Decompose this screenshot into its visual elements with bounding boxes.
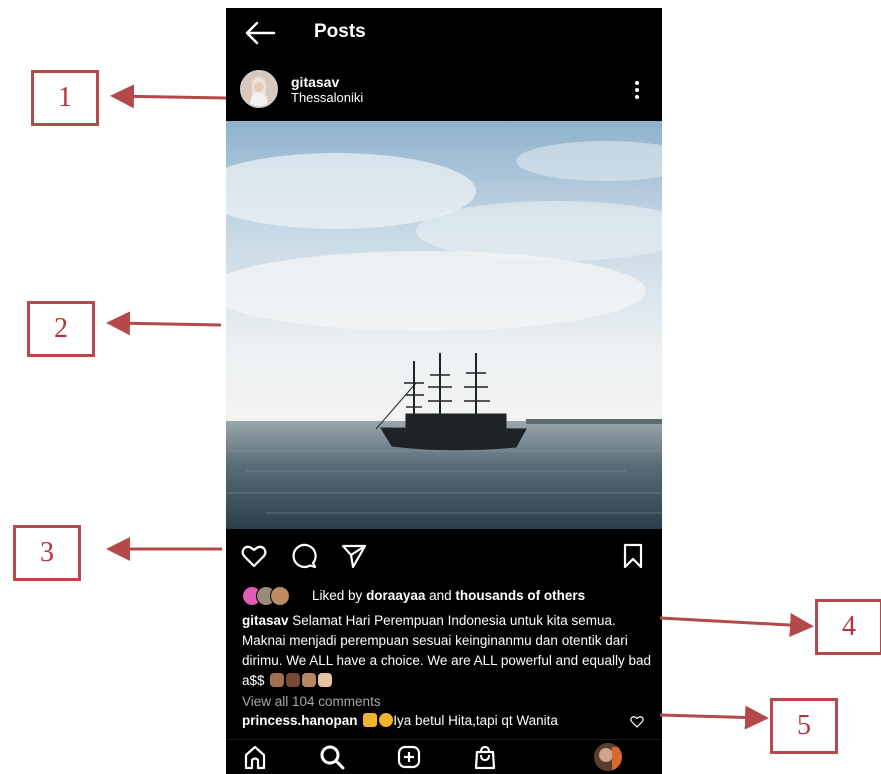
heart-icon[interactable] [240, 542, 268, 570]
liker-avatar [270, 586, 290, 606]
thumbs-up-emoji [363, 713, 378, 727]
post-actions [226, 538, 662, 578]
annotation-label-5: 5 [770, 698, 838, 754]
annotation-arrow-2 [106, 311, 222, 336]
comment-row: princess.hanopan Iya betul Hita,tapi qt … [242, 713, 642, 728]
annotation-label-4: 4 [815, 599, 881, 655]
post-caption: gitasav Selamat Hari Perempuan Indonesia… [242, 611, 662, 691]
instagram-post-screen: Posts gitasav Thessaloniki Liked by dora… [226, 8, 662, 774]
post-header: gitasav Thessaloniki [226, 66, 662, 124]
likes-conjunction: and [429, 588, 452, 603]
annotation-arrow-4 [659, 613, 814, 638]
kebab-menu-icon[interactable] [634, 80, 640, 100]
profile-avatar[interactable] [594, 743, 622, 771]
clap-emoji [379, 713, 394, 727]
fist-emoji [302, 673, 317, 687]
post-username[interactable]: gitasav [291, 74, 339, 90]
paper-plane-icon[interactable] [340, 542, 368, 570]
heart-icon[interactable] [630, 715, 644, 728]
post-photo[interactable] [226, 121, 662, 529]
comment-username[interactable]: princess.hanopan [242, 713, 358, 728]
annotation-label-1: 1 [31, 70, 99, 126]
caption-username[interactable]: gitasav [242, 613, 289, 628]
search-icon[interactable] [319, 744, 345, 770]
page-title: Posts [314, 21, 366, 42]
fist-emoji [318, 673, 333, 687]
annotation-arrow-5 [659, 705, 769, 730]
annotation-arrow-1 [110, 84, 227, 109]
liker-username[interactable]: doraayaa [366, 588, 425, 603]
avatar[interactable] [240, 70, 278, 108]
arrow-left-icon[interactable] [244, 20, 276, 46]
post-location[interactable]: Thessaloniki [291, 90, 363, 105]
annotation-label-2: 2 [27, 301, 95, 357]
comment-bubble-icon[interactable] [290, 542, 318, 570]
liker-avatars [242, 586, 298, 606]
fist-emoji [286, 673, 301, 687]
likes-prefix: Liked by [312, 588, 363, 603]
likes-row[interactable]: Liked by doraayaa and thousands of other… [242, 586, 652, 608]
home-icon[interactable] [242, 744, 268, 770]
fist-emoji [270, 673, 285, 687]
shopping-bag-icon[interactable] [472, 744, 498, 770]
bookmark-icon[interactable] [619, 542, 647, 570]
likes-others[interactable]: thousands of others [455, 588, 585, 603]
likes-text[interactable]: Liked by doraayaa and thousands of other… [312, 588, 585, 603]
comment-text: Iya betul Hita,tapi qt Wanita [393, 713, 558, 728]
annotation-label-3: 3 [13, 525, 81, 581]
plus-square-icon[interactable] [396, 744, 422, 770]
bottom-navigation [226, 739, 662, 774]
view-all-comments-link[interactable]: View all 104 comments [242, 694, 381, 709]
top-bar: Posts [226, 8, 662, 56]
